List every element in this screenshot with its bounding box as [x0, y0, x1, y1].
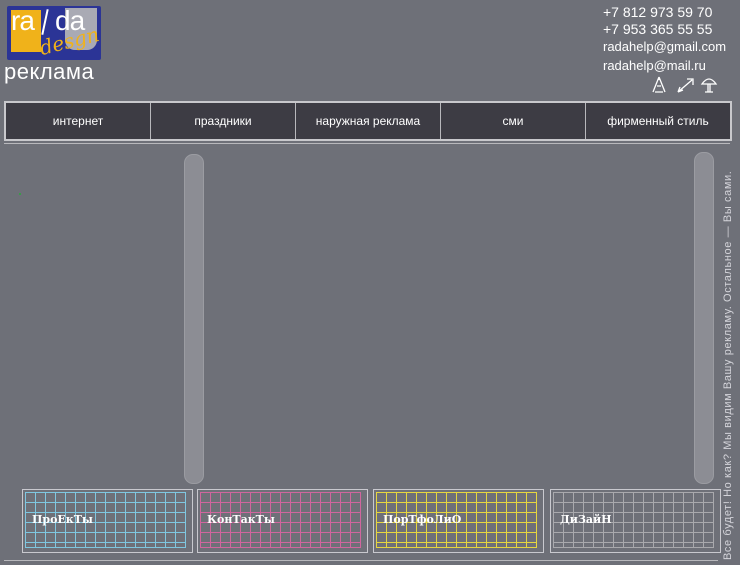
phone-number: +7 953 365 55 55 [603, 21, 713, 37]
nav-item-holidays[interactable]: праздники [151, 103, 296, 139]
tile-grid: ПроЕкТы [25, 492, 186, 548]
tile-grid: ДиЗайН [553, 492, 714, 548]
decorative-dot [19, 193, 21, 195]
vertical-slogan: Все будет! Но как? Мы видим Вашу рекламу… [722, 170, 734, 560]
divider [4, 143, 730, 144]
tile-grid: ПорТфоЛиО [376, 492, 537, 548]
nav-item-internet[interactable]: интернет [6, 103, 151, 139]
arrow-icon[interactable] [676, 76, 696, 94]
divider [4, 560, 718, 561]
tile-label: ПроЕкТы [32, 513, 93, 526]
tile-projects[interactable]: ПроЕкТы [22, 489, 193, 553]
nav-item-outdoor-ads[interactable]: наружная реклама [296, 103, 441, 139]
contact-block: +7 812 973 59 70 +7 953 365 55 55 radahe… [603, 4, 738, 74]
tile-grid: КонТакТы [200, 492, 361, 548]
main-navigation: интернет праздники наружная реклама сми … [4, 101, 732, 141]
nav-item-corporate-identity[interactable]: фирменный стиль [586, 103, 730, 139]
tile-label: ПорТфоЛиО [383, 513, 462, 526]
mini-icons [652, 76, 722, 96]
phone-number: +7 812 973 59 70 [603, 4, 713, 20]
right-scrollbar[interactable] [694, 152, 714, 484]
tent-icon[interactable] [652, 76, 666, 94]
email-link[interactable]: radahelp@mail.ru [603, 57, 738, 74]
logo-text-ra: ra [11, 5, 35, 36]
email-link[interactable]: radahelp@gmail.com [603, 38, 738, 55]
mushroom-icon[interactable] [700, 76, 718, 94]
tile-portfolio[interactable]: ПорТфоЛиО [373, 489, 544, 553]
logo-subtitle: реклама [4, 59, 95, 84]
site-logo[interactable]: ra da desgn реклама [3, 4, 103, 86]
nav-item-media[interactable]: сми [441, 103, 586, 139]
tile-label: КонТакТы [207, 513, 275, 526]
tile-label: ДиЗайН [560, 513, 612, 526]
left-scrollbar[interactable] [184, 154, 204, 484]
tile-design[interactable]: ДиЗайН [550, 489, 721, 553]
tile-contacts[interactable]: КонТакТы [197, 489, 368, 553]
